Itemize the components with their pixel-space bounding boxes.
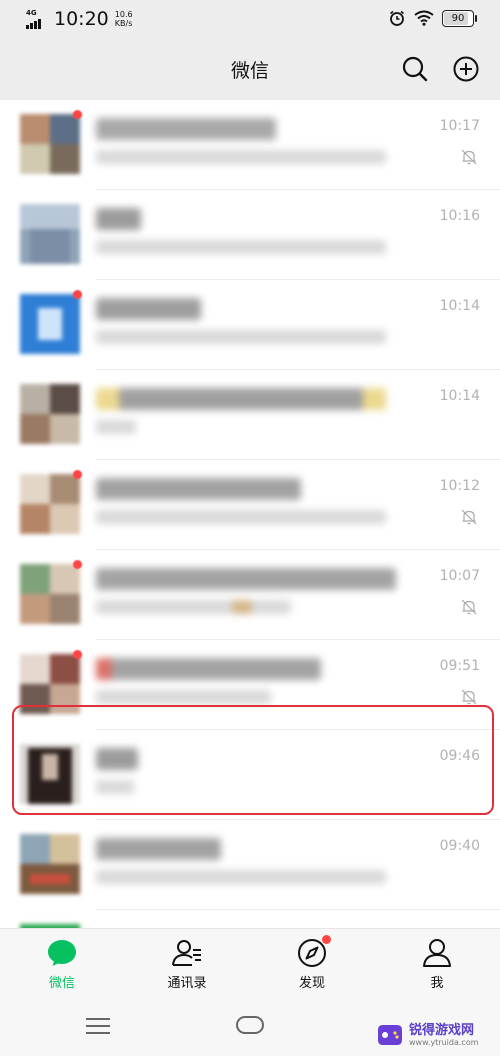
chat-row[interactable]: 10:14 (0, 280, 500, 370)
app-header: 微信 (0, 38, 500, 100)
chat-preview-redacted (96, 420, 136, 434)
chat-name-redacted (96, 208, 141, 230)
avatar (20, 204, 80, 264)
chat-row[interactable]: 10:16 (0, 190, 500, 280)
bottom-tab-bar: 微信 通讯录 发现 我 (0, 928, 500, 999)
tab-chats-label: 微信 (48, 976, 75, 991)
chat-row[interactable]: 09:51 (0, 640, 500, 730)
chat-time: 10:14 (439, 388, 480, 404)
chat-row[interactable]: 09:40 (0, 820, 500, 910)
unread-dot (73, 110, 82, 119)
unread-dot (73, 290, 82, 299)
tab-me-label: 我 (430, 976, 444, 991)
unread-dot (73, 650, 82, 659)
chat-time: 10:12 (439, 478, 480, 494)
watermark: 锐得游戏网 www.ytruida.com (375, 1018, 497, 1052)
chat-name-redacted (96, 658, 321, 680)
avatar (20, 744, 80, 804)
add-icon[interactable] (451, 54, 481, 84)
tab-chats[interactable]: 微信 (12, 937, 112, 997)
discover-badge (322, 935, 331, 944)
avatar (20, 834, 80, 894)
mute-bell-icon (461, 149, 477, 165)
chat-time: 10:07 (439, 568, 480, 584)
chat-name-redacted (96, 388, 386, 410)
chat-row[interactable]: 10:07 (0, 550, 500, 640)
chat-row[interactable]: 10:17 (0, 100, 500, 190)
chat-name-redacted (96, 478, 301, 500)
avatar (20, 474, 80, 534)
chat-list: 10:17 10:16 10:14 10:14 10:12 10:07 09:5… (0, 100, 500, 928)
chat-time: 09:40 (439, 838, 480, 854)
chat-name-redacted (96, 838, 221, 860)
chat-time: 10:17 (439, 118, 480, 134)
chat-row[interactable] (0, 910, 500, 928)
tab-me[interactable]: 我 (387, 937, 487, 997)
unread-dot (73, 470, 82, 479)
avatar (20, 564, 80, 624)
status-bar: 4G 10:20 10.6 KB/s 90 (0, 0, 500, 38)
battery-indicator: 90 (442, 9, 477, 27)
mute-bell-icon (461, 599, 477, 615)
chat-name-redacted (96, 568, 396, 590)
chat-preview-redacted (96, 510, 386, 524)
tab-discover[interactable]: 发现 (262, 935, 362, 997)
chat-time: 09:46 (439, 748, 480, 764)
chat-bubble-icon (48, 940, 76, 966)
wifi-icon (414, 10, 434, 26)
watermark-logo-icon (378, 1025, 402, 1045)
avatar (20, 654, 80, 714)
menu-icon[interactable] (86, 1018, 110, 1034)
avatar (20, 294, 80, 354)
status-time: 10:20 (54, 8, 109, 30)
tab-discover-label: 发现 (298, 976, 325, 991)
watermark-url: www.ytruida.com (409, 1037, 479, 1047)
tab-contacts-label: 通讯录 (167, 976, 207, 991)
home-button[interactable] (236, 1016, 264, 1034)
network-type: 4G (26, 9, 37, 17)
chat-time: 10:14 (439, 298, 480, 314)
tab-contacts[interactable]: 通讯录 (137, 937, 237, 997)
chat-row[interactable]: 10:12 (0, 460, 500, 550)
chat-preview-redacted (96, 330, 386, 344)
chat-preview-redacted (96, 600, 291, 614)
mute-bell-icon (461, 509, 477, 525)
chat-preview-redacted (96, 870, 386, 884)
watermark-text: 锐得游戏网 (409, 1022, 475, 1038)
chat-name-redacted (96, 118, 276, 140)
mute-bell-icon (461, 689, 477, 705)
chat-preview-redacted (96, 150, 386, 164)
avatar (20, 384, 80, 444)
search-icon[interactable] (400, 54, 430, 84)
chat-preview-redacted (96, 240, 386, 254)
chat-time: 09:51 (439, 658, 480, 674)
chat-preview-redacted (96, 690, 271, 704)
avatar (20, 114, 80, 174)
chat-name-redacted (96, 748, 138, 770)
chat-row[interactable]: 10:14 (0, 370, 500, 460)
chat-preview-redacted (96, 780, 134, 794)
network-speed: 10.6 KB/s (114, 10, 133, 28)
signal-icon: 4G (26, 9, 48, 29)
chat-time: 10:16 (439, 208, 480, 224)
profile-icon (423, 939, 451, 967)
alarm-icon (390, 10, 404, 26)
chat-row-highlighted[interactable]: 09:46 (0, 730, 500, 820)
unread-dot (73, 560, 82, 569)
chat-name-redacted (96, 298, 201, 320)
contacts-icon (172, 940, 201, 966)
